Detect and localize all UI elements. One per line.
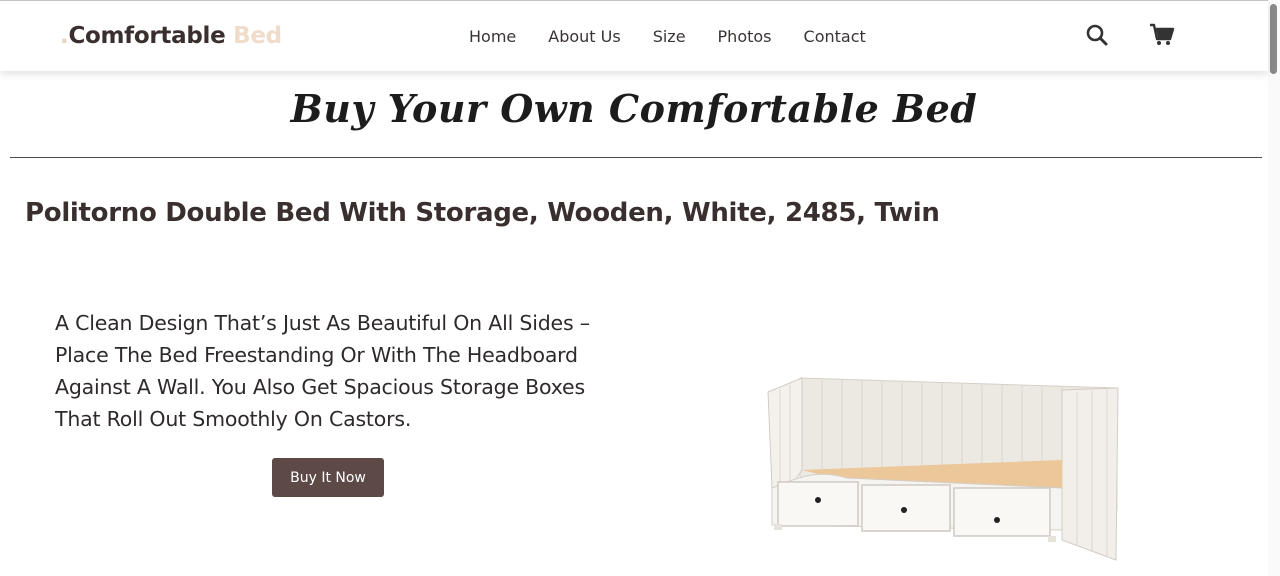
brand-logo[interactable]: .Comfortable Bed	[60, 23, 282, 49]
nav-about-us[interactable]: About Us	[548, 27, 620, 46]
nav-home[interactable]: Home	[469, 27, 516, 46]
brand-accent: Bed	[233, 23, 282, 49]
brand-name: Comfortable	[68, 23, 226, 49]
product-image	[767, 377, 1119, 561]
nav-contact[interactable]: Contact	[804, 27, 866, 46]
hero-title: Buy Your Own Comfortable Bed	[290, 86, 978, 131]
product-title: Politorno Double Bed With Storage, Woode…	[25, 198, 940, 228]
section-divider	[10, 157, 1262, 158]
cart-icon[interactable]	[1149, 23, 1175, 49]
search-icon[interactable]	[1085, 23, 1111, 49]
scrollbar-thumb[interactable]	[1270, 4, 1277, 74]
page-scrollbar[interactable]	[1268, 0, 1280, 576]
site-header: .Comfortable Bed Home About Us Size Phot…	[0, 1, 1268, 71]
nav-photos[interactable]: Photos	[718, 27, 772, 46]
nav-size[interactable]: Size	[653, 27, 686, 46]
main-nav: Home About Us Size Photos Contact	[469, 27, 866, 46]
product-description: A Clean Design That’s Just As Beautiful …	[55, 311, 590, 431]
buy-now-button[interactable]: Buy It Now	[272, 458, 384, 497]
